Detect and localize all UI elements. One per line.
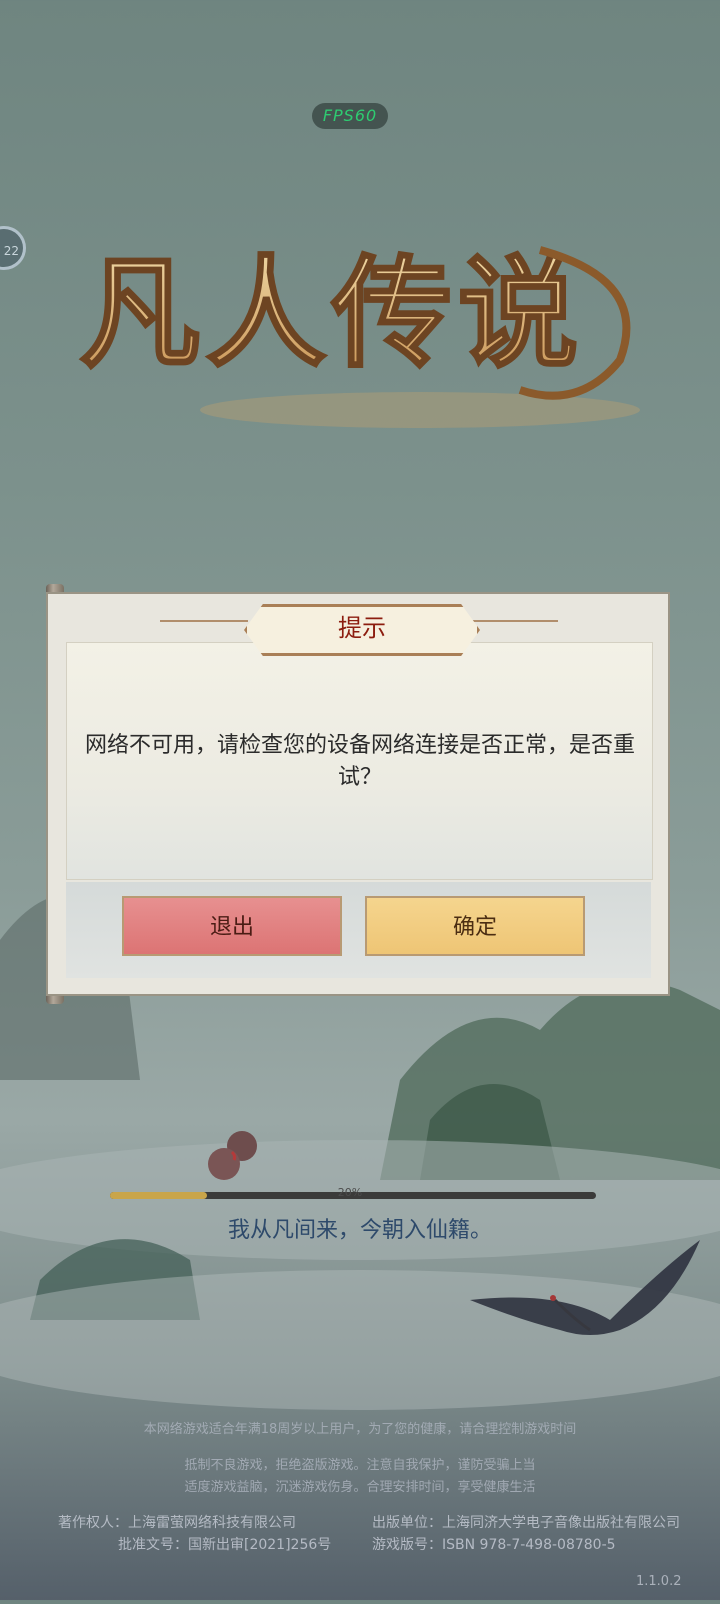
health-notice-line3: 适度游戏益脑，沉迷游戏伤身。合理安排时间，享受健康生活 — [184, 1480, 536, 1495]
isbn-number: 游戏版号：ISBN 978-7-498-08780-5 — [372, 1537, 616, 1553]
health-notice-line2: 抵制不良游戏，拒绝盗版游戏。注意自我保护，谨防受骗上当 — [184, 1458, 536, 1473]
dialog-message: 网络不可用，请检查您的设备网络连接是否正常，是否重试？ — [84, 733, 635, 790]
version-label: 1.1.0.2 — [636, 1574, 682, 1589]
title-ornament-right — [470, 620, 558, 622]
exit-button[interactable]: 退出 — [122, 896, 342, 956]
dialog-title: 提示 — [244, 604, 480, 656]
loading-tagline: 我从凡间来，今朝入仙籍。 — [227, 1218, 492, 1243]
publisher: 出版单位：上海同济大学电子音像出版社有限公司 — [372, 1515, 680, 1531]
loading-progress-fill — [110, 1192, 208, 1199]
side-float-button[interactable]: 22 — [0, 226, 26, 270]
confirm-button[interactable]: 确定 — [365, 896, 585, 956]
health-notice-line1: 本网络游戏适合年满18周岁以上用户，为了您的健康，请合理控制游戏时间 — [143, 1422, 577, 1437]
fps-counter: FPS60 — [312, 103, 388, 129]
title-ornament-left — [160, 620, 248, 622]
game-logo: 凡人传说 — [60, 190, 660, 440]
gourd-icon — [204, 1126, 264, 1182]
side-float-label: 22 — [3, 244, 19, 258]
loading-percent: 20% — [337, 1186, 363, 1199]
approval-number: 批准文号：国新出审[2021]256号 — [118, 1537, 332, 1553]
copyright-holder: 著作权人：上海雷萤网络科技有限公司 — [58, 1515, 296, 1531]
svg-text:凡人传说: 凡人传说 — [80, 243, 584, 384]
